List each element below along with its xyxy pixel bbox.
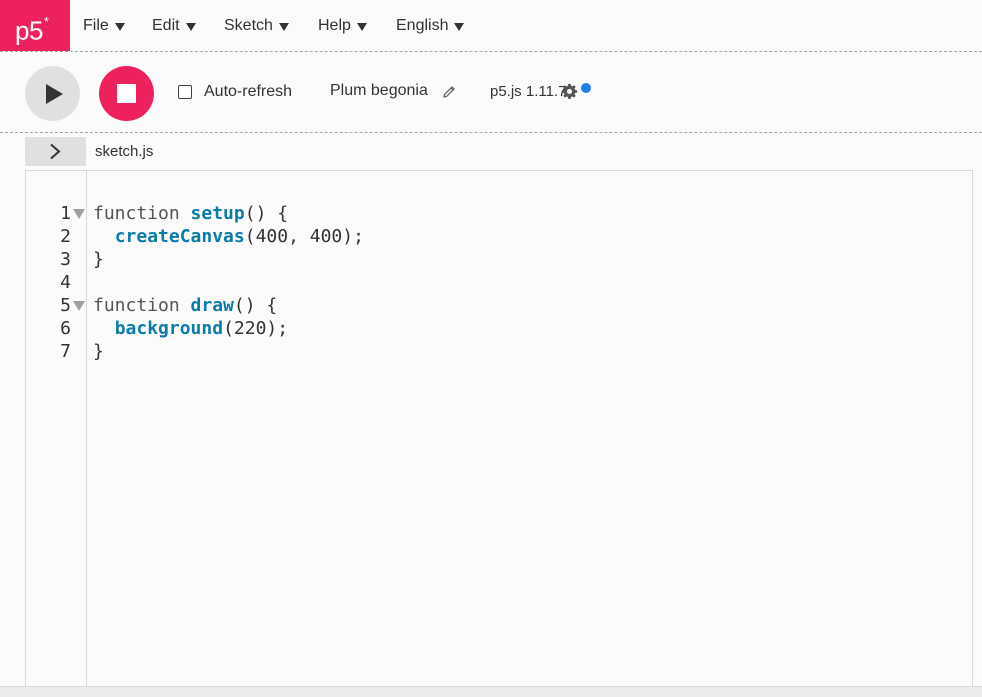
auto-refresh-checkbox[interactable] bbox=[178, 85, 192, 99]
code-text: } bbox=[93, 341, 104, 362]
gear-icon[interactable] bbox=[561, 83, 578, 100]
menu-help[interactable]: Help bbox=[318, 0, 367, 51]
play-button[interactable] bbox=[25, 66, 80, 121]
chevron-right-icon bbox=[50, 143, 61, 160]
code-text: (400, 400); bbox=[244, 226, 364, 247]
menu-file[interactable]: File bbox=[83, 0, 125, 51]
code-keyword: function bbox=[93, 203, 180, 224]
line-number: 1 bbox=[60, 203, 71, 224]
code-line[interactable]: background(220); bbox=[93, 317, 288, 340]
menu-edit[interactable]: Edit bbox=[152, 0, 196, 51]
stop-button[interactable] bbox=[99, 66, 154, 121]
code-function-name: draw bbox=[190, 295, 234, 316]
active-file-name[interactable]: sketch.js bbox=[95, 143, 153, 160]
line-number: 3 bbox=[60, 249, 71, 270]
code-text: () { bbox=[244, 203, 289, 224]
line-number: 2 bbox=[60, 226, 71, 247]
code-editor[interactable]: 1 2 3 4 5 6 7 function setup() { createC… bbox=[25, 170, 973, 697]
code-text: } bbox=[93, 249, 104, 270]
code-text: () { bbox=[233, 295, 278, 316]
caret-down-icon bbox=[356, 22, 367, 31]
code-line[interactable]: } bbox=[93, 248, 104, 271]
caret-down-icon bbox=[114, 22, 125, 31]
logo-text: p5 bbox=[15, 15, 43, 46]
fold-arrow-icon[interactable] bbox=[73, 209, 85, 219]
top-nav: p5* File Edit Sketch Help English bbox=[0, 0, 982, 52]
toolbar: Auto-refresh Plum begonia p5.js 1.11.7 bbox=[0, 53, 982, 133]
code-line[interactable]: function draw() { bbox=[93, 294, 277, 317]
p5-logo[interactable]: p5* bbox=[0, 0, 70, 51]
expand-sidebar-button[interactable] bbox=[25, 137, 86, 166]
play-icon bbox=[46, 84, 63, 104]
stop-icon bbox=[117, 84, 136, 103]
sketch-name[interactable]: Plum begonia bbox=[330, 82, 428, 100]
code-function-name: background bbox=[114, 318, 224, 339]
menu-edit-label: Edit bbox=[152, 16, 180, 34]
menu-language-label: English bbox=[396, 16, 449, 34]
pencil-icon[interactable] bbox=[441, 84, 457, 100]
menu-language[interactable]: English bbox=[396, 0, 465, 51]
code-function-name: setup bbox=[190, 203, 245, 224]
line-number: 4 bbox=[60, 272, 71, 293]
caret-down-icon bbox=[185, 22, 196, 31]
line-number: 5 bbox=[60, 295, 71, 316]
notification-dot bbox=[581, 83, 591, 93]
line-number: 7 bbox=[60, 341, 71, 362]
console-bar[interactable] bbox=[0, 686, 982, 697]
line-number: 6 bbox=[60, 318, 71, 339]
code-line[interactable]: } bbox=[93, 340, 104, 363]
menu-help-label: Help bbox=[318, 16, 351, 34]
caret-down-icon bbox=[454, 22, 465, 31]
code-keyword: function bbox=[93, 295, 180, 316]
fold-arrow-icon[interactable] bbox=[73, 301, 85, 311]
caret-down-icon bbox=[278, 22, 289, 31]
code-line[interactable]: function setup() { bbox=[93, 202, 288, 225]
auto-refresh-label[interactable]: Auto-refresh bbox=[204, 83, 292, 101]
menu-file-label: File bbox=[83, 16, 109, 34]
line-gutter: 1 2 3 4 5 6 7 bbox=[26, 171, 87, 697]
menu-sketch[interactable]: Sketch bbox=[224, 0, 289, 51]
menu-sketch-label: Sketch bbox=[224, 16, 273, 34]
code-function-name: createCanvas bbox=[114, 226, 245, 247]
code-text: (220); bbox=[223, 318, 289, 339]
version-label[interactable]: p5.js 1.11.7 bbox=[490, 83, 566, 100]
code-line[interactable]: createCanvas(400, 400); bbox=[93, 225, 364, 248]
logo-asterisk: * bbox=[43, 14, 49, 29]
